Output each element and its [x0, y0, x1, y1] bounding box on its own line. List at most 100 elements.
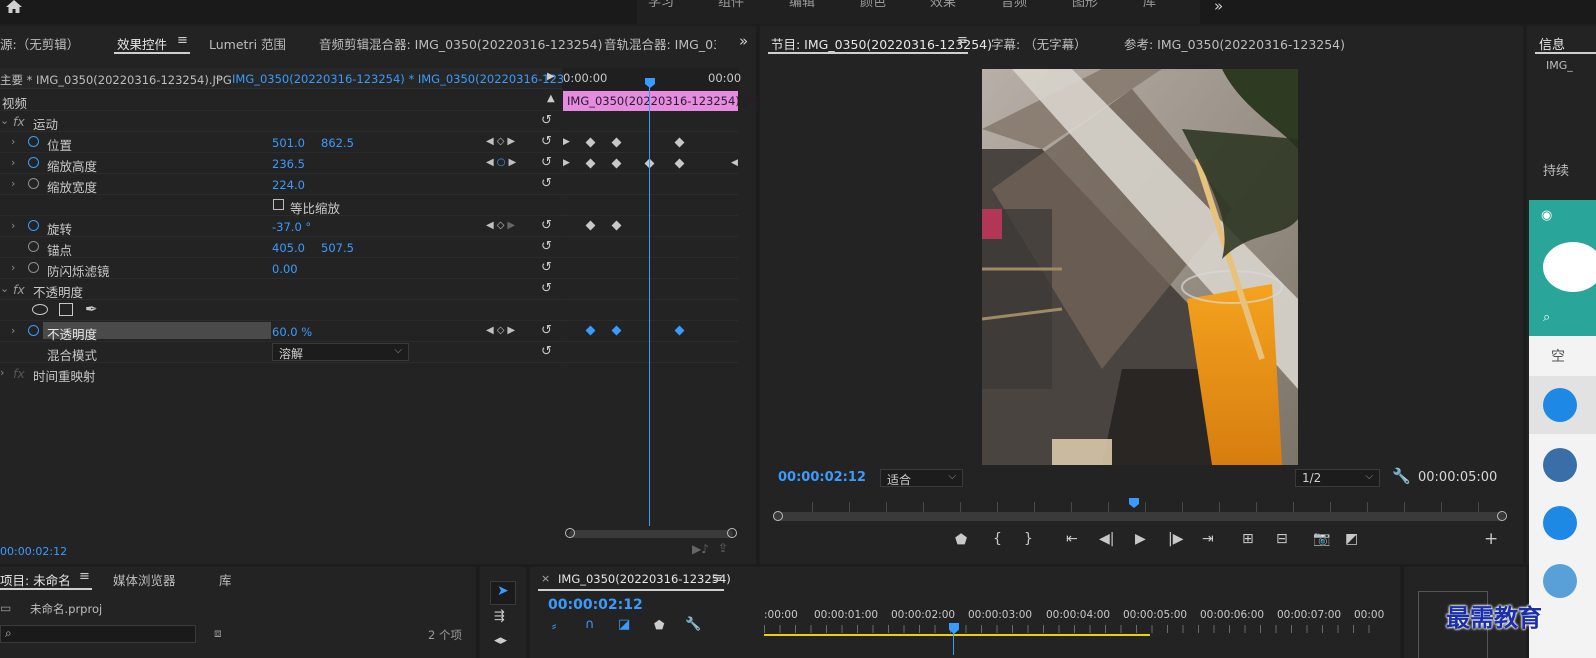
anchor-x-value[interactable]: 405.0 — [272, 241, 305, 255]
ws-tab-libraries[interactable]: 库 — [1143, 0, 1156, 20]
mark-out-icon[interactable]: } — [1024, 531, 1033, 547]
project-search-input[interactable]: ⌕ — [0, 625, 196, 643]
clip-bar[interactable]: IMG_0350(20220316-123254).JPG — [563, 91, 763, 111]
reset-icon[interactable]: ↺ — [541, 113, 552, 128]
fit-dropdown[interactable]: 适合 ⌵ — [880, 469, 963, 487]
effect-motion-row[interactable]: ⌄ fx 运动 ↺ — [0, 111, 562, 132]
property-row-scale-width[interactable]: › 缩放宽度 224.0 ↺ — [0, 174, 562, 195]
selection-tool[interactable]: ➤ — [490, 581, 516, 605]
panel-menu-icon[interactable]: ≡ — [79, 569, 90, 584]
timeline-timecode[interactable]: 00:00:02:12 — [548, 597, 643, 613]
blend-mode-dropdown[interactable]: 溶解 ⌵ — [272, 343, 409, 361]
tab-project[interactable]: 项目: 未命名 — [0, 570, 71, 589]
stopwatch-icon[interactable] — [28, 157, 39, 168]
stopwatch-icon[interactable] — [28, 241, 39, 252]
ws-tab-graphics[interactable]: 图形 — [1072, 0, 1098, 20]
tab-lumetri-scopes[interactable]: Lumetri 范围 — [209, 34, 286, 53]
rectangle-mask-icon[interactable] — [59, 303, 73, 316]
step-back-icon[interactable]: ◀| — [1099, 531, 1114, 547]
scroll-handle-left[interactable] — [565, 528, 575, 538]
reset-icon[interactable]: ↺ — [541, 323, 552, 338]
position-x-value[interactable]: 501.0 — [272, 136, 305, 150]
effect-time-remap-row[interactable]: › fx 时间重映射 — [0, 363, 562, 384]
scale-height-value[interactable]: 236.5 — [272, 157, 305, 171]
fx-badge-icon[interactable]: fx — [13, 282, 25, 297]
effect-timecode[interactable]: 00:00:02:12 — [0, 545, 67, 558]
play-only-audio-icon[interactable]: ▶ — [547, 71, 555, 82]
camera-icon[interactable]: 📷 — [1313, 531, 1330, 547]
tab-audio-clip-mixer[interactable]: 音频剪辑混合器: IMG_0350(20220316-123254) — [319, 34, 603, 53]
chevron-right-icon[interactable]: › — [0, 366, 4, 379]
keyframe-nav-icon[interactable]: ◀○▶ — [486, 157, 519, 168]
ripple-edit-icon[interactable]: ◂▸ — [494, 633, 507, 648]
ws-tab-effects[interactable]: 效果 — [930, 0, 956, 20]
tab-effect-controls[interactable]: 效果控件 — [117, 34, 167, 53]
position-y-value[interactable]: 862.5 — [321, 136, 354, 150]
export-icon[interactable]: ⇪ — [718, 541, 728, 555]
resolution-dropdown[interactable]: 1/2 ⌵ — [1295, 469, 1380, 487]
reset-icon[interactable]: ↺ — [541, 176, 552, 191]
timeline-settings-icon[interactable]: 🔧 — [685, 617, 701, 632]
play-audio-icon[interactable]: ▶♪ — [692, 542, 709, 556]
new-bin-icon[interactable]: ⧈ — [214, 626, 222, 641]
avatar[interactable] — [1543, 242, 1596, 292]
tab-audio-track-mixer[interactable]: 音轨混合器: IMG_03 — [604, 34, 716, 53]
keyframe-scrollbar[interactable] — [565, 528, 737, 538]
anchor-y-value[interactable]: 507.5 — [321, 241, 354, 255]
pen-mask-icon[interactable]: ✒ — [85, 300, 98, 318]
reset-icon[interactable]: ↺ — [541, 281, 552, 296]
close-icon[interactable]: × — [541, 572, 550, 585]
track-select-icon[interactable]: ⇶ — [494, 609, 505, 624]
snap-magnet-icon[interactable]: ∩ — [585, 617, 595, 632]
property-row-opacity[interactable]: › 不透明度 60.0 % ◀◇▶ ↺ — [0, 321, 562, 342]
scroll-handle-left[interactable] — [773, 511, 783, 521]
reset-icon[interactable]: ↺ — [541, 155, 552, 170]
scroll-handle-right[interactable] — [727, 528, 737, 538]
reset-icon[interactable]: ↺ — [541, 134, 552, 149]
extract-icon[interactable]: ⊟ — [1276, 531, 1288, 547]
chevron-right-icon[interactable]: › — [11, 219, 15, 232]
sequence-tab[interactable]: IMG_0350(20220316-123254) — [558, 572, 731, 586]
search-icon[interactable]: ⌕ — [1543, 310, 1550, 325]
chevron-right-icon[interactable]: › — [11, 324, 15, 337]
more-workspaces-icon[interactable]: » — [1214, 0, 1223, 15]
video-frame[interactable] — [982, 69, 1298, 465]
add-marker-icon[interactable]: ⬟ — [654, 618, 664, 632]
tab-media-browser[interactable]: 媒体浏览器 — [113, 570, 176, 589]
uniform-scale-checkbox[interactable] — [273, 199, 284, 210]
property-row-rotation[interactable]: › 旋转 -37.0 ° ◀◇▶ ↺ — [0, 216, 562, 237]
reset-icon[interactable]: ↺ — [541, 260, 552, 275]
stopwatch-icon[interactable] — [28, 325, 39, 336]
scale-width-value[interactable]: 224.0 — [272, 178, 305, 192]
ws-tab-audio[interactable]: 音频 — [1001, 0, 1027, 20]
chevron-right-icon[interactable]: › — [11, 135, 15, 148]
step-forward-icon[interactable]: |▶ — [1168, 531, 1183, 547]
device-icon[interactable] — [1543, 506, 1577, 540]
chevron-down-icon[interactable]: ⌵ — [214, 72, 222, 83]
avatar[interactable] — [1543, 564, 1577, 598]
ws-tab-edit[interactable]: 编辑 — [789, 0, 815, 20]
linked-selection-icon[interactable]: ◪ — [618, 617, 630, 632]
lift-icon[interactable]: ⊞ — [1242, 531, 1254, 547]
tab-source[interactable]: 源:（无剪辑） — [0, 34, 79, 53]
chevron-right-icon[interactable]: › — [11, 261, 15, 274]
keyframe-nav-icon[interactable]: ◀◇▶ — [486, 325, 518, 336]
rotation-value[interactable]: -37.0 ° — [272, 220, 311, 234]
ellipse-mask-icon[interactable] — [32, 304, 48, 315]
fx-badge-icon[interactable]: fx — [13, 366, 25, 381]
stopwatch-icon[interactable] — [28, 136, 39, 147]
chevron-down-icon[interactable]: ⌄ — [0, 114, 9, 127]
ws-tab-color[interactable]: 颜色 — [860, 0, 886, 20]
go-to-in-icon[interactable]: ⇤ — [1066, 531, 1078, 547]
chevron-right-icon[interactable]: › — [11, 156, 15, 169]
panel-menu-icon[interactable]: ≡ — [177, 33, 188, 48]
marker-icon[interactable]: ⬟ — [955, 532, 967, 548]
stopwatch-icon[interactable] — [28, 220, 39, 231]
avatar[interactable] — [1543, 448, 1577, 482]
anti-flicker-value[interactable]: 0.00 — [272, 262, 298, 276]
timeline-ruler[interactable]: :00:00 00:00:01:00 00:00:02:00 00:00:03:… — [764, 601, 1384, 655]
play-icon[interactable]: ▶ — [1135, 531, 1146, 547]
fx-badge-icon[interactable]: fx — [13, 114, 25, 129]
mark-in-icon[interactable]: { — [993, 531, 1002, 547]
tab-libraries[interactable]: 库 — [219, 570, 232, 589]
